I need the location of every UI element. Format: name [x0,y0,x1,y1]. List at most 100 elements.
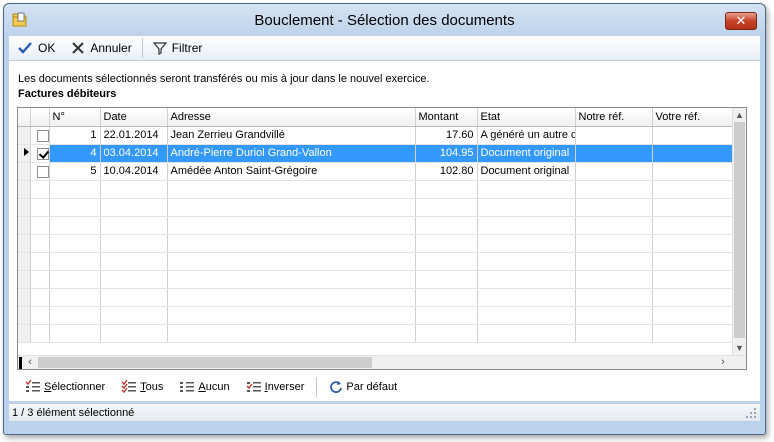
documents-grid[interactable]: N° Date Adresse Montant Etat Notre réf. … [17,107,747,370]
status-text: 1 / 3 élément sélectionné [12,407,135,419]
status-bar: 1 / 3 élément sélectionné [9,403,760,421]
scroll-right-icon[interactable]: › [716,356,730,369]
empty-cell [167,270,416,289]
empty-row [18,180,734,199]
empty-cell [18,234,31,253]
cell-our-ref [575,144,653,163]
empty-cell [49,306,101,325]
default-button[interactable]: Par défaut [321,376,405,398]
table-row[interactable]: 4 03.04.2014 André-Pierre Duriol Grand-Val… [18,144,734,163]
cell-state: A généré un autre d [477,126,576,145]
empty-row [18,252,734,271]
scroll-up-icon[interactable]: ▲ [733,108,746,122]
invert-button[interactable]: Inverser [238,376,313,398]
empty-cell [415,234,478,253]
cell-date: 03.04.2014 [100,144,168,163]
frozen-column-marker [19,357,22,369]
empty-cell [18,324,31,343]
empty-cell [167,180,416,199]
empty-cell [100,234,168,253]
empty-cell [575,216,653,235]
close-icon: ✕ [735,13,747,28]
row-indicator [18,126,31,145]
horizontal-scroll-thumb[interactable] [38,357,372,368]
empty-cell [100,288,168,307]
close-button[interactable]: ✕ [725,12,757,30]
scroll-left-icon[interactable]: ‹ [23,356,37,369]
select-label: Sélectionner [44,381,106,393]
col-header-date[interactable]: Date [100,108,168,127]
empty-cell [30,180,50,199]
cancel-button[interactable]: Annuler [63,37,139,59]
empty-cell [167,306,416,325]
table-row[interactable]: 1 22.01.2014 Jean Zerrieu Grandvillé 17.60 A… [18,126,734,145]
horizontal-scrollbar[interactable]: ‹ › [18,355,746,369]
col-header-state[interactable]: Etat [477,108,576,127]
empty-cell [49,180,101,199]
empty-cell [652,270,734,289]
cell-address: André-Pierre Duriol Grand-Vallon [167,144,416,163]
empty-cell [652,252,734,271]
row-checkbox[interactable] [36,147,48,160]
select-button[interactable]: Sélectionner [17,376,113,398]
title-bar[interactable]: Bouclement - Sélection des documents ✕ [4,4,765,36]
empty-cell [167,216,416,235]
empty-cell [100,198,168,217]
cancel-label: Annuler [90,41,132,55]
col-header-amount[interactable]: Montant [415,108,478,127]
col-header-num[interactable]: N° [49,108,101,127]
selection-toolbar: Sélectionner Tous Aucun Inverser Par déf… [17,376,405,398]
empty-cell [167,252,416,271]
empty-cell [30,270,50,289]
col-header-our-ref[interactable]: Notre réf. [575,108,653,127]
cell-date: 22.01.2014 [100,126,168,145]
empty-cell [100,252,168,271]
filter-button[interactable]: Filtrer [145,37,211,59]
none-label: Aucun [198,381,230,393]
empty-cell [477,324,576,343]
row-checkbox-cell [30,126,50,145]
empty-cell [652,288,734,307]
empty-cell [575,234,653,253]
invert-label: Inverser [264,381,305,393]
empty-row [18,324,734,343]
empty-cell [415,198,478,217]
cell-your-ref [652,162,734,181]
check-all-icon [121,380,137,394]
resize-grip-icon[interactable] [745,407,757,419]
row-checkbox[interactable] [36,129,48,142]
ok-button[interactable]: OK [9,37,63,59]
all-button[interactable]: Tous [113,376,171,398]
table-body: 1 22.01.2014 Jean Zerrieu Grandvillé 17.60 A… [18,126,734,343]
dialog-content: Les documents sélectionnés seront transf… [9,61,760,401]
empty-cell [49,234,101,253]
row-indicator [18,162,31,181]
cell-date: 10.04.2014 [100,162,168,181]
table-row[interactable]: 5 10.04.2014 Amédée Anton Saint-Grégoire 10… [18,162,734,181]
scroll-down-icon[interactable]: ▼ [733,341,746,355]
toolbar: OK Annuler Filtrer [9,36,760,61]
vertical-scroll-thumb[interactable] [734,122,745,338]
empty-cell [652,306,734,325]
empty-cell [18,180,31,199]
empty-cell [415,180,478,199]
col-header-address[interactable]: Adresse [167,108,416,127]
x-icon [72,42,85,54]
empty-cell [30,216,50,235]
cell-num: 4 [49,144,101,163]
none-button[interactable]: Aucun [171,376,237,398]
empty-row [18,270,734,289]
empty-cell [415,216,478,235]
row-checkbox-cell [30,144,50,163]
vertical-scrollbar[interactable]: ▲ ▼ [732,108,746,355]
cell-state: Document original [477,144,576,163]
cell-state: Document original [477,162,576,181]
empty-row [18,234,734,253]
invert-selection-icon [246,382,261,392]
row-checkbox[interactable] [36,165,48,178]
empty-cell [477,288,576,307]
empty-cell [477,234,576,253]
empty-cell [49,216,101,235]
col-header-your-ref[interactable]: Votre réf. [652,108,734,127]
current-row-arrow-icon [24,148,29,156]
